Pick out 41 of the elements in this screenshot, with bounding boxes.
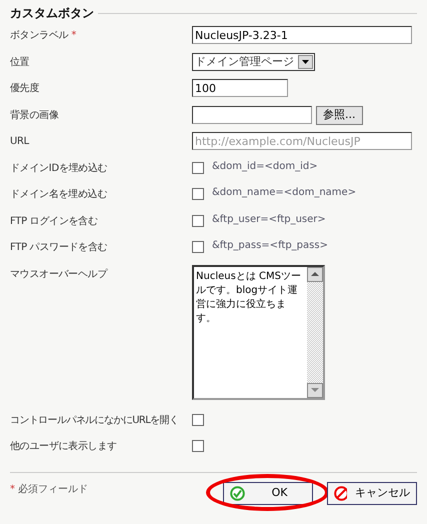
checkbox-hint: &dom_id=<dom_id> bbox=[212, 160, 318, 174]
field-label: 位置 bbox=[10, 56, 30, 68]
checkbox[interactable] bbox=[192, 440, 204, 452]
browse-button[interactable]: 参照... bbox=[316, 106, 362, 125]
scrollbar[interactable] bbox=[307, 266, 323, 398]
text-field[interactable]: http://example.com/NucleusJP bbox=[192, 132, 412, 150]
field-label: ドメイン名を埋め込む bbox=[10, 189, 108, 200]
field-label: FTP ログインを含む bbox=[10, 216, 98, 227]
field-label: マウスオーバーヘルプ bbox=[10, 268, 108, 280]
section-title: カスタムボタン bbox=[10, 6, 94, 20]
checkbox[interactable] bbox=[192, 162, 204, 174]
dropdown[interactable]: ドメイン管理ページ bbox=[192, 52, 315, 71]
text-area[interactable]: Nucleusとは CMSツールです。blogサイト運営に強力に役立ちます。 bbox=[192, 264, 325, 400]
field-label: FTP パスワードを含む bbox=[10, 242, 108, 254]
checkbox[interactable] bbox=[192, 241, 204, 254]
no-entry-icon bbox=[334, 486, 347, 501]
field-label: URL bbox=[10, 136, 29, 148]
required-icon: * bbox=[71, 30, 76, 42]
scroll-down-icon[interactable] bbox=[311, 388, 319, 392]
file-field[interactable] bbox=[192, 106, 312, 124]
field-label: コントロールパネルになかにURLを開く bbox=[10, 414, 178, 426]
field-label: 優先度 bbox=[10, 83, 40, 94]
field-label: 他のユーザに表示します bbox=[10, 441, 117, 452]
check-icon bbox=[230, 486, 245, 501]
required-icon: * bbox=[10, 484, 15, 495]
text-field[interactable]: 100 bbox=[192, 79, 288, 98]
checkbox[interactable] bbox=[192, 214, 204, 227]
cancel-button[interactable]: キャンセル bbox=[327, 482, 417, 505]
checkbox[interactable] bbox=[192, 188, 204, 200]
checkbox-hint: &ftp_pass=<ftp_pass> bbox=[212, 239, 328, 254]
text-field[interactable]: NucleusJP-3.23-1 bbox=[192, 26, 412, 44]
scroll-up-icon[interactable] bbox=[311, 272, 319, 276]
caret-icon bbox=[302, 60, 309, 64]
field-label: ドメインIDを埋め込む bbox=[10, 162, 108, 174]
checkbox-hint: &ftp_user=<ftp_user> bbox=[212, 212, 326, 227]
field-label: ボタンラベル bbox=[10, 30, 68, 42]
ok-button[interactable]: OK bbox=[223, 482, 313, 505]
checkbox-hint: &dom_name=<dom_name> bbox=[212, 186, 356, 200]
required-note: 必須フィールド bbox=[18, 484, 88, 495]
field-label: 背景の画像 bbox=[10, 110, 59, 121]
checkbox[interactable] bbox=[192, 414, 204, 426]
